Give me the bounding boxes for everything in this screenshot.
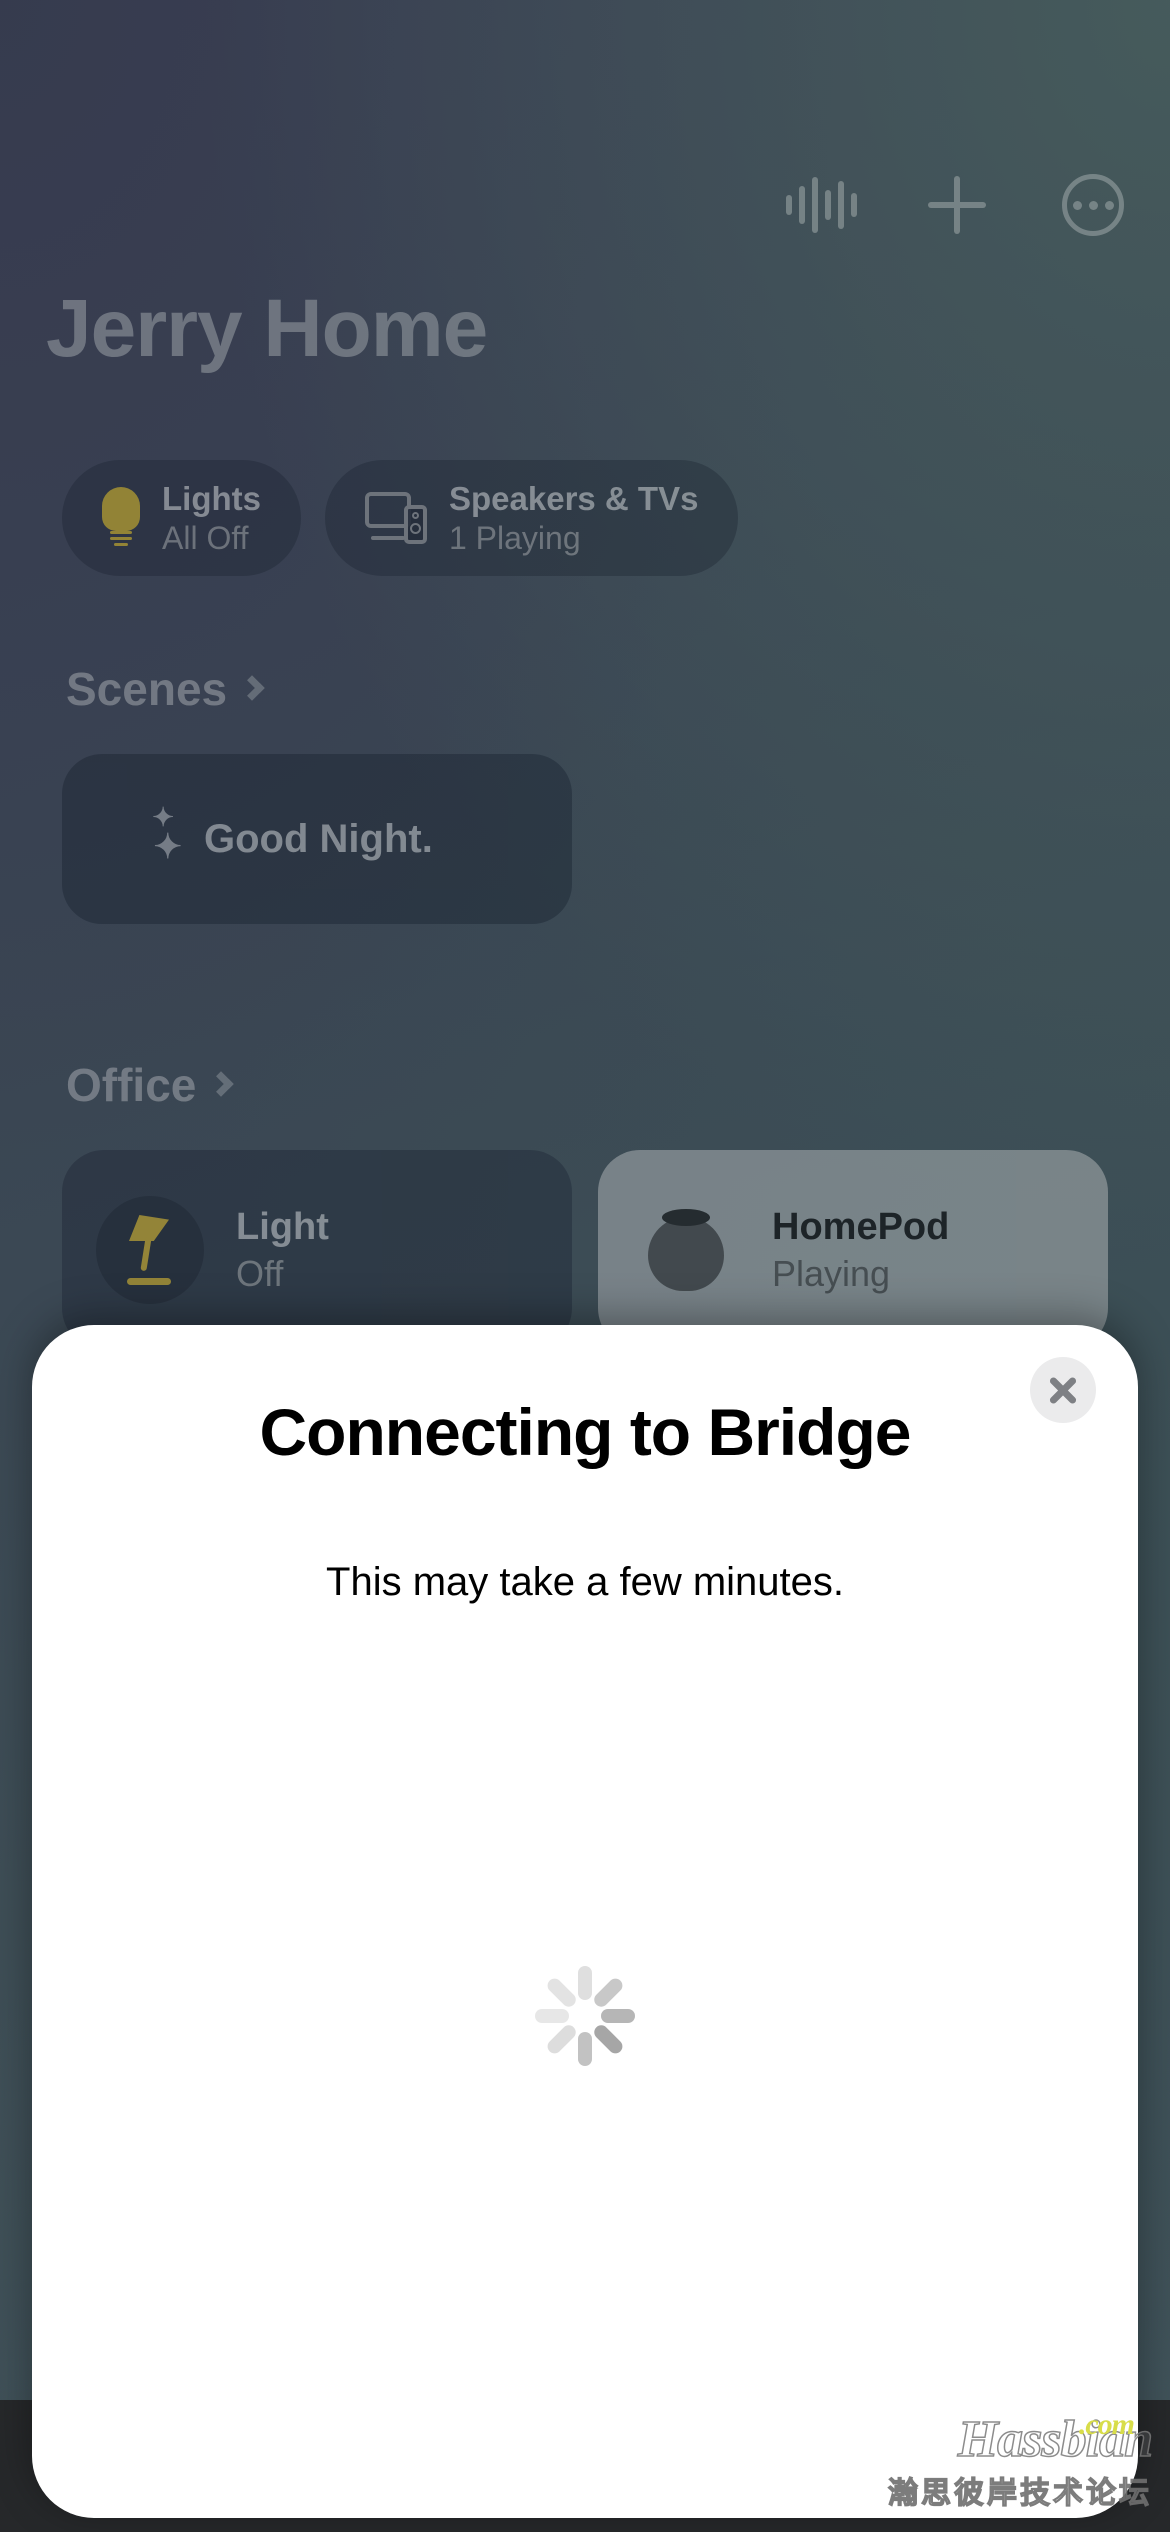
speakers-tv-icon [364,492,427,544]
chevron-right-icon [208,1071,235,1097]
section-header-label: Scenes [66,663,228,715]
chevron-right-icon [239,675,265,701]
accessory-title: Light [236,1205,329,1248]
lightbulb-icon [102,487,140,549]
section-header-office[interactable]: Office [66,1058,235,1112]
home-toolbar [784,168,1130,242]
accessory-state: Playing [772,1253,891,1295]
section-header-scenes[interactable]: Scenes [66,662,265,716]
sheet-title: Connecting to Bridge [259,1395,912,1469]
scene-card-good-night[interactable]: ✦ ✦ Good Night. [62,754,572,924]
accessory-state: Off [236,1253,284,1295]
waveform-icon[interactable] [784,168,858,242]
ellipsis-circle-glyph [1062,174,1124,236]
moon-stars-icon: ✦ ✦ [152,802,182,866]
section-header-label: Office [66,1059,197,1111]
status-pill-row: Lights All Off Speakers & TVs 1 Playing [62,460,739,576]
status-pill-lights[interactable]: Lights All Off [62,460,301,576]
phone-screen: Jerry Home Lights All Off Speakers & TVs… [0,0,1170,2532]
plus-glyph [928,176,986,234]
more-icon[interactable] [1056,168,1130,242]
status-pill-subtitle: All Off [162,519,249,556]
homepod-icon [648,1209,724,1291]
waveform-bars [785,175,857,235]
plus-icon[interactable] [920,168,994,242]
page-title: Jerry Home [46,283,488,374]
connecting-to-bridge-sheet: Connecting to Bridge This may take a few… [32,1325,1138,2518]
desk-lamp-icon [119,1215,181,1285]
sheet-subtitle: This may take a few minutes. [326,1560,844,1604]
accessory-icon-wrap [632,1196,740,1304]
accessory-card-light[interactable]: Light Off [62,1150,572,1350]
accessory-title: HomePod [772,1205,950,1248]
loading-spinner [529,1960,641,2072]
status-pill-title: Lights [162,480,261,517]
accessory-card-homepod[interactable]: HomePod Playing [598,1150,1108,1350]
accessory-icon-wrap [96,1196,204,1304]
scene-card-label: Good Night. [204,816,433,861]
status-pill-subtitle: 1 Playing [448,519,581,556]
status-pill-speakers-tvs[interactable]: Speakers & TVs 1 Playing [324,460,739,576]
status-pill-title: Speakers & TVs [448,480,699,517]
